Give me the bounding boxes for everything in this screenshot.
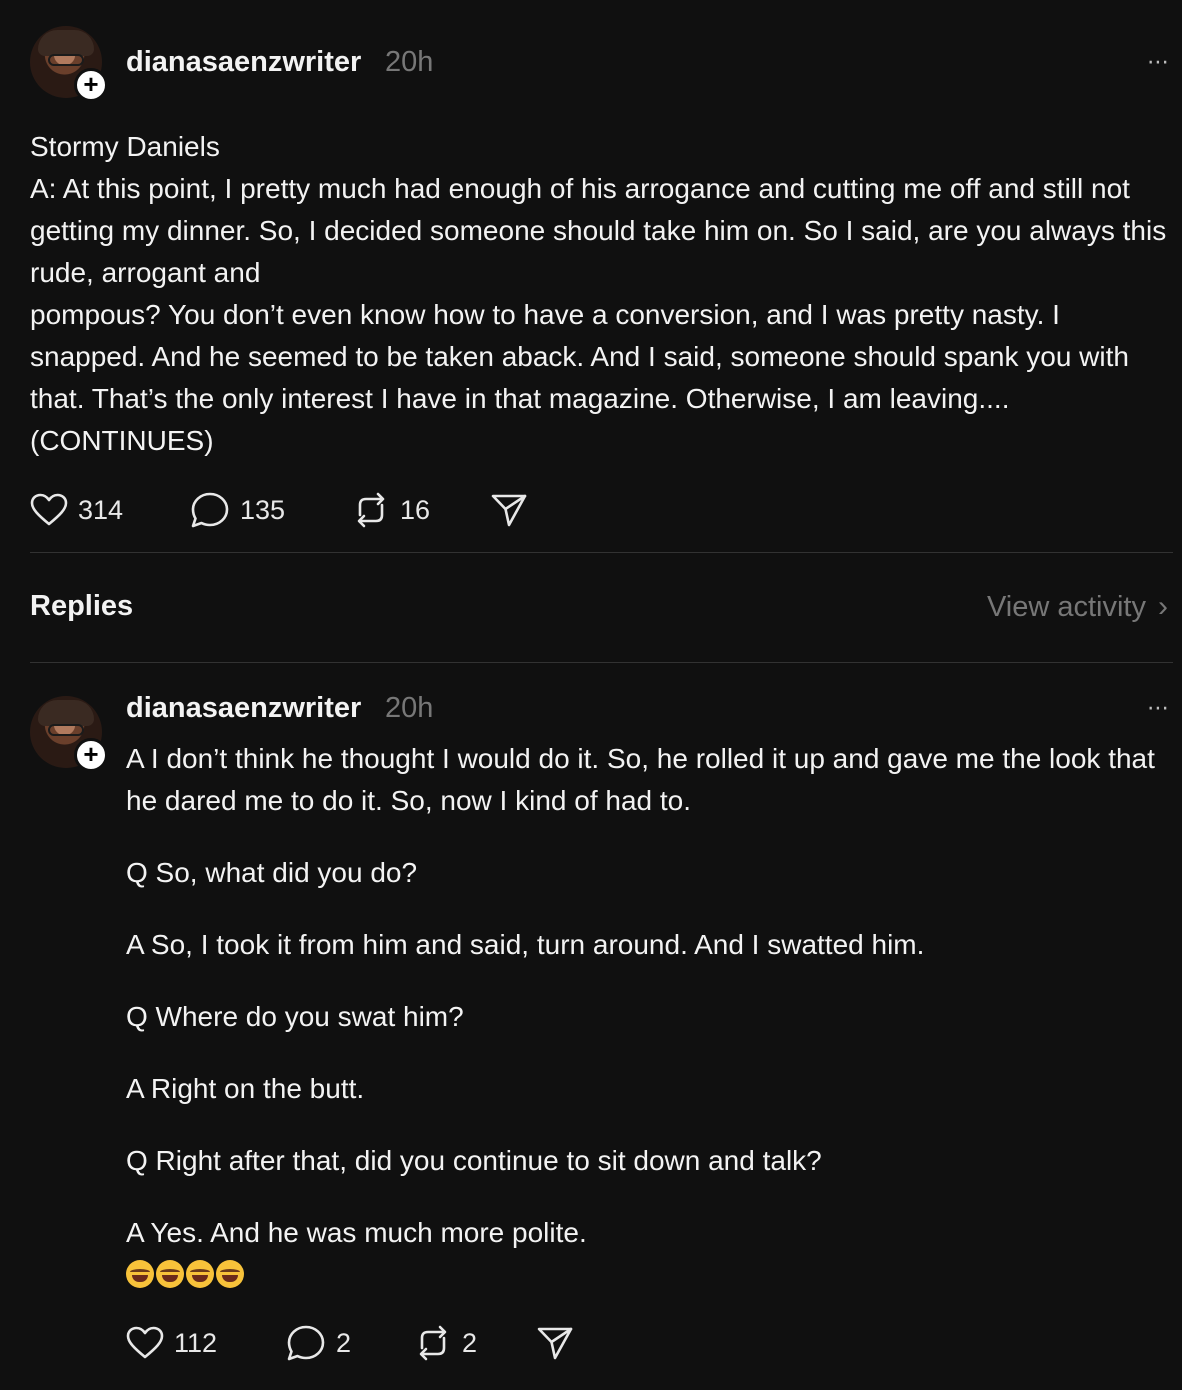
avatar-glasses [48,54,84,66]
post-header: + dianasaenzwriter 20h ⋯ [30,26,1170,102]
repost-button[interactable]: 16 [352,490,430,530]
comment-count: 135 [240,494,286,525]
comment-bubble-icon [287,1325,325,1361]
comment-button[interactable]: 2 [286,1323,351,1363]
avatar[interactable]: + [30,26,108,102]
laughing-tears-emoji [126,1260,154,1288]
laughing-tears-emoji [186,1260,214,1288]
comment-bubble-icon [191,492,229,528]
post-actions: 314 135 16 [30,490,550,530]
repost-count: 16 [400,494,431,525]
post-body-line: Stormy Daniels [30,131,220,162]
thread-page: + dianasaenzwriter 20h ⋯ Stormy Daniels … [0,0,1182,1390]
send-icon [491,494,527,527]
reply-avatar[interactable]: + [30,696,108,772]
reply-paragraph: Q Right after that, did you continue to … [126,1145,822,1176]
post-body-line: A: At this point, I pretty much had enou… [30,173,1167,288]
like-button[interactable]: 112 [126,1323,217,1363]
divider [30,552,1173,553]
more-options-icon[interactable]: ⋯ [1147,697,1170,719]
follow-plus-icon[interactable]: + [74,68,108,102]
avatar-hair [38,30,94,56]
share-button[interactable] [490,490,528,530]
comment-button[interactable]: 135 [190,490,285,530]
like-count: 112 [174,1327,218,1358]
rolling-laughing-emoji [156,1260,184,1288]
share-button[interactable] [536,1323,574,1363]
avatar-hair [38,700,94,726]
reply-paragraph: A Yes. And he was much more polite. [126,1217,587,1248]
more-options-icon[interactable]: ⋯ [1147,51,1170,73]
reply-paragraph: A Right on the butt. [126,1073,365,1104]
chevron-right-icon: › [1158,590,1168,623]
reply-timestamp: 20h [385,692,434,724]
rolling-laughing-emoji [216,1260,244,1288]
view-activity-label: View activity [986,590,1146,623]
reply-username[interactable]: dianasaenzwriter [126,692,361,725]
repost-icon [419,1325,447,1361]
reply-paragraph: Q So, what did you do? [126,857,418,888]
reply-paragraph: A I don’t think he thought I would do it… [126,743,1155,816]
heart-icon [126,1326,164,1359]
divider [30,662,1173,663]
replies-heading: Replies [30,590,134,622]
post-timestamp: 20h [385,46,434,78]
repost-count: 2 [462,1327,478,1358]
send-icon [537,1327,573,1360]
like-button[interactable]: 314 [30,490,123,530]
repost-icon [357,492,385,528]
post-body: Stormy Daniels A: At this point, I prett… [30,126,1175,462]
post-username[interactable]: dianasaenzwriter [126,46,361,79]
reply-paragraph: Q Where do you swat him? [126,1001,464,1032]
heart-icon [30,493,68,526]
view-activity-link[interactable]: View activity › [987,590,1168,624]
reply-paragraph: A So, I took it from him and said, turn … [126,929,925,960]
like-count: 314 [78,494,124,525]
repost-button[interactable]: 2 [414,1323,477,1363]
post-body-line: pompous? You don’t even know how to have… [30,299,1129,456]
reply-actions: 112 2 2 [126,1323,586,1363]
avatar-glasses [48,724,84,736]
follow-plus-icon[interactable]: + [74,738,108,772]
comment-count: 2 [336,1327,352,1358]
emoji-row [126,1260,244,1288]
